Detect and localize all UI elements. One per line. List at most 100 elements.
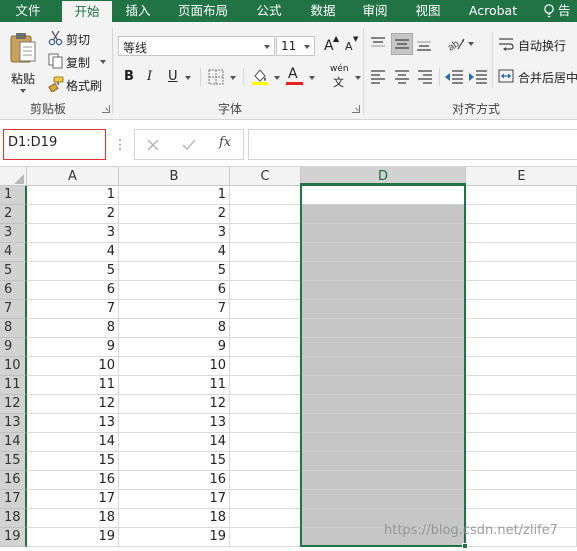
wrap-text-button[interactable]: 自动换行: [498, 35, 577, 55]
row-header[interactable]: 3: [0, 224, 27, 243]
cell-e[interactable]: [466, 243, 577, 262]
cell-d[interactable]: [301, 357, 466, 376]
align-bottom-icon[interactable]: [415, 35, 433, 53]
tab-file[interactable]: 文件: [2, 0, 54, 22]
row-header[interactable]: 8: [0, 319, 27, 338]
row-header[interactable]: 10: [0, 357, 27, 376]
row-header[interactable]: 1: [0, 186, 27, 205]
row-header[interactable]: 9: [0, 338, 27, 357]
cell-a[interactable]: 12: [27, 395, 119, 414]
column-header-c[interactable]: C: [230, 167, 301, 186]
font-name-dropdown-caret[interactable]: [264, 45, 270, 49]
increase-indent-icon[interactable]: [468, 68, 488, 86]
decrease-font-size-button[interactable]: A ▼: [343, 35, 361, 56]
cell-a[interactable]: 14: [27, 433, 119, 452]
cell-b[interactable]: 16: [119, 471, 230, 490]
tab-formulas[interactable]: 公式: [246, 0, 292, 22]
row-header[interactable]: 19: [0, 528, 27, 547]
cell-e[interactable]: [466, 452, 577, 471]
cell-b[interactable]: 18: [119, 509, 230, 528]
formula-input[interactable]: [248, 129, 577, 160]
phonetic-button[interactable]: wén 文: [326, 64, 362, 89]
cell-d[interactable]: [301, 224, 466, 243]
align-top-icon[interactable]: [369, 35, 387, 53]
cell-a[interactable]: 13: [27, 414, 119, 433]
cell-a[interactable]: 4: [27, 243, 119, 262]
cell-e[interactable]: [466, 414, 577, 433]
cell-b[interactable]: 9: [119, 338, 230, 357]
tab-acrobat[interactable]: Acrobat: [462, 0, 524, 22]
cell-c[interactable]: [230, 281, 301, 300]
cell-d[interactable]: [301, 243, 466, 262]
bold-button[interactable]: B: [120, 67, 138, 87]
cell-b[interactable]: 7: [119, 300, 230, 319]
cell-e[interactable]: [466, 395, 577, 414]
cell-c[interactable]: [230, 224, 301, 243]
row-header[interactable]: 11: [0, 376, 27, 395]
underline-dropdown-caret[interactable]: [185, 76, 191, 80]
font-color-button[interactable]: A: [285, 66, 317, 88]
cell-a[interactable]: 5: [27, 262, 119, 281]
copy-button[interactable]: 复制: [46, 52, 108, 72]
cell-c[interactable]: [230, 338, 301, 357]
cut-button[interactable]: 剪切: [46, 29, 96, 49]
cell-b[interactable]: 11: [119, 376, 230, 395]
cell-b[interactable]: 8: [119, 319, 230, 338]
cell-c[interactable]: [230, 243, 301, 262]
cell-d[interactable]: [301, 300, 466, 319]
merge-center-button[interactable]: 合并后居中: [498, 67, 577, 87]
cell-d[interactable]: [301, 262, 466, 281]
cell-d[interactable]: [301, 186, 466, 205]
cell-e[interactable]: [466, 262, 577, 281]
font-dialog-launcher[interactable]: [352, 105, 360, 113]
cell-c[interactable]: [230, 452, 301, 471]
column-header-d[interactable]: D: [301, 167, 466, 186]
decrease-indent-icon[interactable]: [444, 68, 464, 86]
cell-e[interactable]: [466, 224, 577, 243]
select-all-corner[interactable]: [0, 167, 27, 186]
column-header-a[interactable]: A: [27, 167, 119, 186]
cell-e[interactable]: [466, 186, 577, 205]
cell-d[interactable]: [301, 281, 466, 300]
fill-color-button[interactable]: [250, 66, 282, 88]
name-box[interactable]: D1:D19: [3, 129, 106, 160]
row-header[interactable]: 17: [0, 490, 27, 509]
cell-e[interactable]: [466, 281, 577, 300]
cell-e[interactable]: [466, 433, 577, 452]
cell-b[interactable]: 19: [119, 528, 230, 547]
cell-e[interactable]: [466, 471, 577, 490]
cell-c[interactable]: [230, 414, 301, 433]
fill-handle[interactable]: [462, 543, 468, 549]
cell-c[interactable]: [230, 490, 301, 509]
row-header[interactable]: 13: [0, 414, 27, 433]
formula-bar-grip-icon[interactable]: [119, 139, 121, 150]
cell-a[interactable]: 9: [27, 338, 119, 357]
cell-a[interactable]: 18: [27, 509, 119, 528]
cell-c[interactable]: [230, 262, 301, 281]
row-header[interactable]: 18: [0, 509, 27, 528]
cell-c[interactable]: [230, 471, 301, 490]
cell-b[interactable]: 4: [119, 243, 230, 262]
cell-d[interactable]: [301, 414, 466, 433]
font-name-combobox[interactable]: 等线: [118, 36, 275, 56]
cell-b[interactable]: 5: [119, 262, 230, 281]
cell-c[interactable]: [230, 395, 301, 414]
cell-e[interactable]: [466, 490, 577, 509]
cell-b[interactable]: 12: [119, 395, 230, 414]
cell-c[interactable]: [230, 205, 301, 224]
row-header[interactable]: 2: [0, 205, 27, 224]
cell-d[interactable]: [301, 205, 466, 224]
cell-b[interactable]: 13: [119, 414, 230, 433]
cell-e[interactable]: [466, 205, 577, 224]
tab-review[interactable]: 审阅: [352, 0, 398, 22]
cell-d[interactable]: [301, 471, 466, 490]
cell-b[interactable]: 15: [119, 452, 230, 471]
cell-d[interactable]: [301, 395, 466, 414]
orientation-button[interactable]: ab: [446, 34, 476, 54]
cell-c[interactable]: [230, 357, 301, 376]
cell-d[interactable]: [301, 452, 466, 471]
clipboard-dialog-launcher[interactable]: [102, 105, 110, 113]
orientation-dropdown-caret[interactable]: [468, 42, 474, 46]
font-size-combobox[interactable]: 11: [276, 36, 315, 56]
font-color-dropdown-caret[interactable]: [309, 76, 315, 80]
